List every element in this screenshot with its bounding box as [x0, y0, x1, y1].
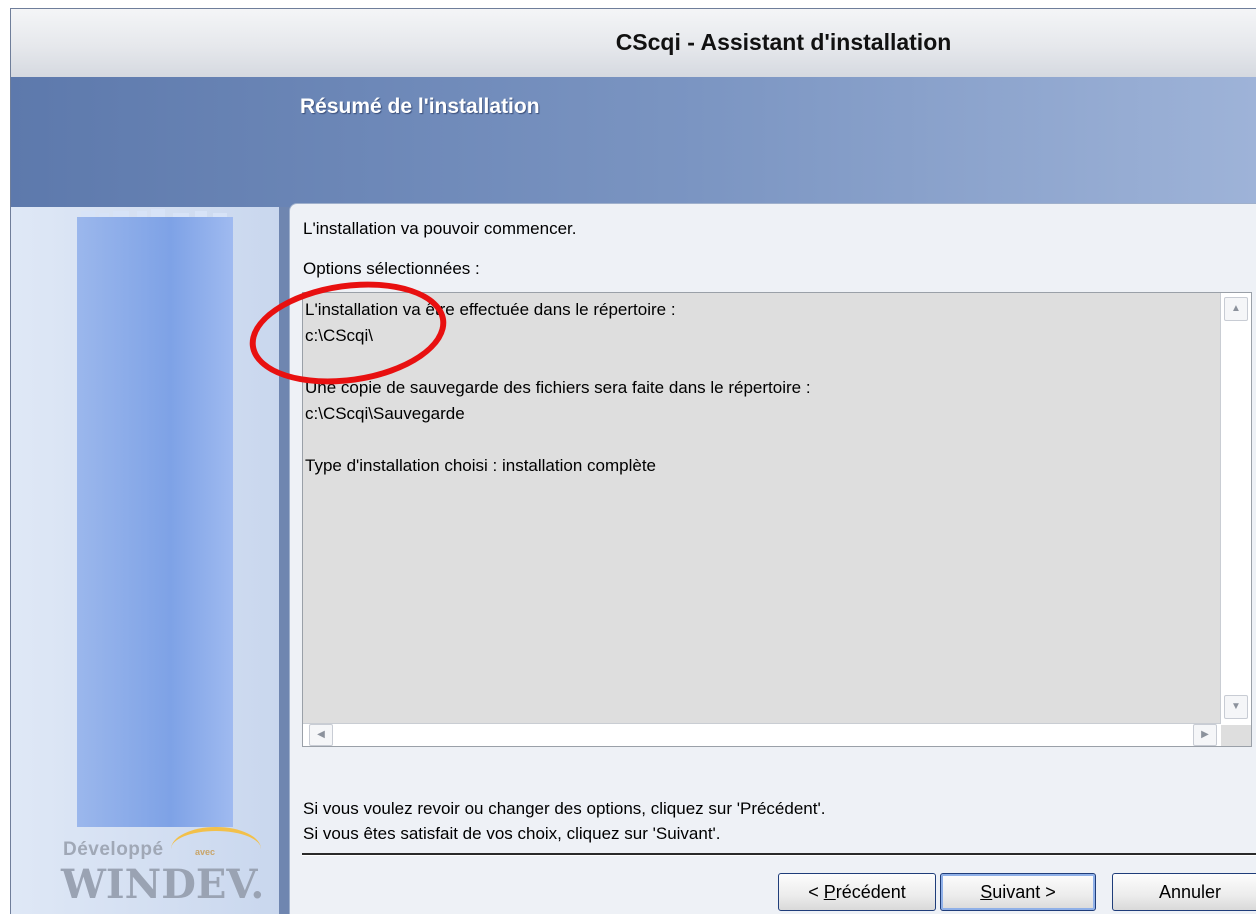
summary-line: Une copie de sauvegarde des fichiers ser…	[305, 378, 811, 397]
header-banner: Résumé de l'installation	[11, 77, 1256, 207]
summary-line	[305, 349, 1205, 375]
summary-line: c:\CScqi\	[305, 326, 374, 345]
window-title: CScqi - Assistant d'installation	[615, 29, 952, 55]
side-panel: Développé avec WINDEV.	[11, 207, 279, 914]
scroll-down-icon[interactable]: ▼	[1224, 695, 1248, 719]
developed-label: Développé	[63, 839, 164, 860]
step-title: Résumé de l'installation	[300, 95, 540, 118]
summary-line: c:\CScqi\Sauvegarde	[305, 404, 465, 423]
horizontal-scrollbar[interactable]: ◀ ▶	[303, 723, 1221, 746]
windev-logo: WINDEV.	[61, 861, 265, 908]
instructions: Si vous voulez revoir ou changer des opt…	[303, 796, 825, 846]
separator-line	[302, 853, 1256, 856]
cancel-button[interactable]: Annuler	[1112, 873, 1256, 911]
summary-line: Type d'installation choisi : installatio…	[305, 456, 656, 475]
options-label: Options sélectionnées :	[303, 259, 480, 278]
instruction-next: Si vous êtes satisfait de vos choix, cli…	[303, 824, 721, 843]
avec-label: avec	[195, 847, 216, 857]
scroll-left-icon[interactable]: ◀	[309, 724, 333, 746]
intro-text: L'installation va pouvoir commencer.	[303, 219, 577, 238]
content-panel: L'installation va pouvoir commencer. Opt…	[289, 203, 1256, 914]
summary-textarea[interactable]: L'installation va être effectuée dans le…	[302, 292, 1252, 747]
previous-button[interactable]: < Précédent	[778, 873, 936, 911]
installer-window: CScqi - Assistant d'installation Résumé …	[10, 8, 1256, 914]
scroll-right-icon[interactable]: ▶	[1193, 724, 1217, 746]
instruction-previous: Si vous voulez revoir ou changer des opt…	[303, 799, 826, 818]
vertical-scrollbar[interactable]: ▲ ▼	[1220, 293, 1251, 725]
next-button[interactable]: Suivant >	[940, 873, 1096, 911]
summary-line: L'installation va être effectuée dans le…	[305, 300, 676, 319]
summary-line	[305, 427, 1205, 453]
title-bar[interactable]: CScqi - Assistant d'installation	[11, 9, 1256, 78]
summary-text: L'installation va être effectuée dans le…	[305, 297, 1205, 479]
side-gradient-column	[77, 217, 233, 827]
scroll-up-icon[interactable]: ▲	[1224, 297, 1248, 321]
